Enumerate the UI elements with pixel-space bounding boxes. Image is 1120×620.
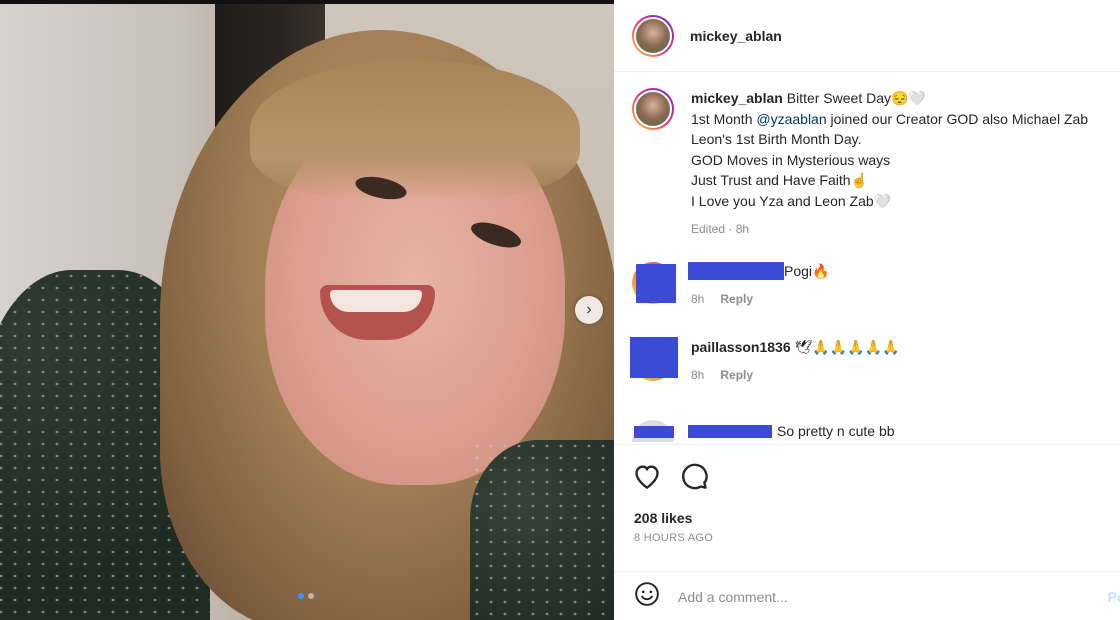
author-username[interactable]: mickey_ablan (690, 28, 782, 44)
comment-text: Pogi🔥 (784, 262, 830, 279)
comment-time: 8h (691, 292, 705, 306)
caption-username[interactable]: mickey_ablan (691, 90, 783, 106)
heart-icon[interactable] (632, 461, 662, 491)
chevron-right-icon[interactable]: › (575, 296, 603, 324)
reply-button[interactable]: Reply (720, 368, 753, 382)
carousel-dot-1 (298, 593, 304, 599)
speech-bubble-icon[interactable] (680, 461, 710, 491)
bangs (250, 60, 580, 200)
comment-body: paillasson1836 🕊🙏🙏🙏🙏🙏 8h Reply (691, 339, 899, 382)
caption-line-2-prefix: 1st Month (691, 110, 757, 127)
shirt-right (470, 440, 614, 620)
caption: mickey_ablan Bitter Sweet Day😔🤍 1st Mont… (632, 88, 1110, 240)
mention-link[interactable]: @yzaablan (756, 111, 826, 127)
post-time: 8 HOURS AGO (634, 532, 714, 544)
caption-line-5: I Love you Yza and Leon Zab🤍 (691, 192, 892, 209)
comment-username[interactable]: paillasson1836 (691, 339, 791, 355)
commenter-avatar[interactable] (632, 262, 676, 304)
post-header: mickey_ablan (614, 0, 1120, 72)
teeth (330, 290, 422, 312)
author-avatar[interactable] (632, 14, 674, 57)
commenter-avatar[interactable] (632, 420, 674, 442)
likes-count[interactable]: 208 likes (634, 510, 692, 526)
comment-item: Pogi🔥 8h Reply (632, 262, 1110, 306)
comment-item: paillasson1836 🕊🙏🙏🙏🙏🙏 8h Reply (630, 337, 1110, 382)
redacted-username (688, 424, 772, 438)
post-photo: › (0, 0, 614, 620)
caption-line-1: Bitter Sweet Day😔🤍 (782, 90, 926, 106)
post-button[interactable]: Post (1108, 589, 1120, 605)
caption-avatar[interactable] (632, 88, 674, 130)
reply-button[interactable]: Reply (720, 292, 753, 306)
smiley-icon[interactable] (634, 581, 660, 612)
comment-input[interactable]: Add a comment... (678, 589, 788, 605)
comment-text: 🕊🙏🙏🙏🙏🙏 (790, 339, 900, 355)
carousel-dot-2 (308, 593, 314, 599)
carousel-indicator (298, 593, 314, 599)
post-actions: 208 likes 8 HOURS AGO Add a comment... P… (614, 444, 1120, 620)
redacted-username (688, 262, 784, 280)
caption-line-3: GOD Moves in Mysterious ways (691, 151, 891, 168)
comment-time: 8h (691, 368, 705, 382)
caption-line-4: Just Trust and Have Faith☝ (691, 172, 868, 188)
caption-text: mickey_ablan Bitter Sweet Day😔🤍 1st Mont… (691, 88, 1110, 240)
top-strip (0, 0, 614, 4)
comment-item: So pretty n cute bb (632, 420, 1110, 442)
comment-text: So pretty n cute bb (777, 423, 895, 439)
comment-body: Pogi🔥 8h Reply (688, 262, 829, 306)
commenter-avatar[interactable] (630, 337, 678, 381)
caption-meta: Edited · 8h (691, 222, 750, 236)
comment-body: So pretty n cute bb (688, 420, 895, 442)
post-detail-panel: mickey_ablan mickey_ablan Bitter Sweet D… (614, 0, 1120, 620)
add-comment-row: Add a comment... Post (614, 571, 1120, 620)
